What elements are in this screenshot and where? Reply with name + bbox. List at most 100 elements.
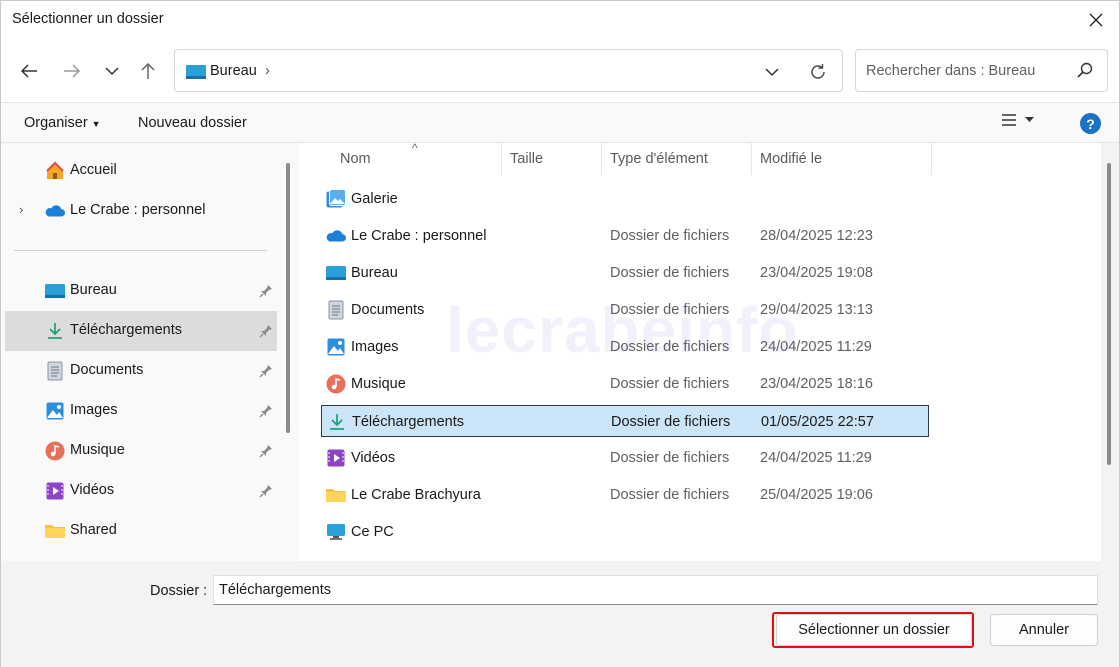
file-list-scrollbar[interactable] — [1107, 163, 1111, 465]
column-divider[interactable] — [751, 143, 752, 175]
file-name: Téléchargements — [352, 414, 465, 430]
file-name: Ce PC — [351, 524, 394, 540]
sidebar-item-label: Shared — [70, 522, 117, 538]
sidebar-item-documents[interactable]: Documents — [5, 351, 277, 391]
list-item-telechargements[interactable]: Téléchargements Dossier de fichiers 01/0… — [321, 405, 929, 437]
list-item-ce-pc[interactable]: Ce PC — [321, 516, 929, 548]
pin-icon[interactable] — [259, 364, 273, 382]
chevron-right-icon[interactable]: › — [19, 202, 23, 217]
file-type: Dossier de fichiers — [610, 228, 730, 244]
pin-icon[interactable] — [259, 404, 273, 422]
column-header-type[interactable]: Type d'élément — [610, 151, 708, 167]
download-icon — [327, 412, 347, 432]
column-header-name[interactable]: Nom — [340, 151, 371, 167]
download-icon — [45, 321, 65, 341]
list-item-videos[interactable]: Vidéos Dossier de fichiers 24/04/2025 11… — [321, 442, 929, 474]
new-folder-button[interactable]: Nouveau dossier — [138, 115, 247, 131]
gallery-icon — [326, 189, 346, 209]
desktop-icon — [326, 263, 346, 283]
file-name: Images — [351, 339, 399, 355]
folder-name-field[interactable]: Téléchargements — [213, 575, 1098, 605]
search-box[interactable]: Rechercher dans : Bureau — [855, 49, 1108, 92]
select-folder-button[interactable]: Sélectionner un dossier — [776, 614, 972, 646]
caret-down-icon: ▼ — [91, 119, 101, 129]
column-divider[interactable] — [931, 143, 932, 175]
sidebar-item-label: Accueil — [70, 162, 117, 178]
documents-icon — [326, 300, 346, 320]
column-divider[interactable] — [501, 143, 502, 175]
desktop-icon — [45, 281, 65, 301]
file-type: Dossier de fichiers — [610, 487, 730, 503]
list-item-musique[interactable]: Musique Dossier de fichiers 23/04/2025 1… — [321, 368, 929, 400]
file-name: Documents — [351, 302, 425, 318]
sidebar-item-shared[interactable]: Shared — [5, 511, 277, 551]
file-modified: 01/05/2025 22:57 — [761, 414, 874, 430]
sidebar-scrollbar[interactable] — [286, 163, 290, 433]
file-type: Dossier de fichiers — [610, 450, 730, 466]
file-modified: 29/04/2025 13:13 — [760, 302, 873, 318]
sidebar-item-label: Images — [70, 402, 118, 418]
address-bar[interactable]: Bureau › — [174, 49, 843, 92]
organize-label: Organiser — [24, 115, 88, 131]
close-icon — [1089, 13, 1103, 27]
column-header-size[interactable]: Taille — [510, 151, 543, 167]
close-button[interactable] — [1073, 1, 1119, 39]
column-header-modified[interactable]: Modifié le — [760, 151, 822, 167]
sidebar-item-musique[interactable]: Musique — [5, 431, 277, 471]
address-history-button[interactable] — [761, 61, 783, 83]
recent-locations-button[interactable] — [98, 57, 126, 85]
breadcrumb[interactable]: Bureau — [210, 63, 257, 79]
forward-button[interactable] — [58, 57, 86, 85]
list-view-icon — [1002, 114, 1016, 126]
title-bar: Sélectionner un dossier — [1, 1, 1119, 39]
file-name: Bureau — [351, 265, 398, 281]
back-button[interactable] — [15, 57, 43, 85]
folder-icon — [45, 521, 65, 541]
dialog-footer: Dossier : Téléchargements Sélectionner u… — [1, 561, 1119, 667]
pin-icon[interactable] — [259, 444, 273, 462]
help-button[interactable]: ? — [1080, 113, 1101, 134]
sidebar-item-telechargements[interactable]: Téléchargements — [5, 311, 277, 351]
caret-down-icon — [1025, 117, 1034, 122]
refresh-button[interactable] — [807, 61, 829, 83]
sidebar-item-videos[interactable]: Vidéos — [5, 471, 277, 511]
file-type: Dossier de fichiers — [611, 414, 731, 430]
music-icon — [45, 441, 65, 461]
list-item-le-crabe-personnel[interactable]: Le Crabe : personnel Dossier de fichiers… — [321, 220, 929, 252]
sidebar-item-bureau[interactable]: Bureau — [5, 271, 277, 311]
view-options-button[interactable] — [1001, 113, 1034, 127]
pin-icon[interactable] — [259, 484, 273, 502]
documents-icon — [45, 361, 65, 381]
file-type: Dossier de fichiers — [610, 265, 730, 281]
folder-label: Dossier : — [150, 583, 208, 599]
list-item-images[interactable]: Images Dossier de fichiers 24/04/2025 11… — [321, 331, 929, 363]
breadcrumb-separator[interactable]: › — [265, 63, 270, 79]
pin-icon[interactable] — [259, 284, 273, 302]
sidebar-item-le-crabe-personnel[interactable]: › Le Crabe : personnel — [5, 191, 277, 231]
computer-icon — [326, 522, 346, 542]
file-modified: 23/04/2025 18:16 — [760, 376, 873, 392]
organize-button[interactable]: Organiser ▼ — [24, 115, 101, 131]
onedrive-icon — [326, 226, 346, 246]
folder-picker-dialog: Sélectionner un dossier Bureau › Recherc… — [0, 0, 1120, 667]
sidebar-item-label: Documents — [70, 362, 144, 378]
list-item-le-crabe-brachyura[interactable]: Le Crabe Brachyura Dossier de fichiers 2… — [321, 479, 929, 511]
column-divider[interactable] — [601, 143, 602, 175]
search-input[interactable]: Rechercher dans : Bureau — [866, 63, 1035, 79]
search-icon — [1077, 62, 1093, 78]
videos-icon — [326, 448, 346, 468]
sidebar-item-accueil[interactable]: Accueil — [5, 151, 277, 191]
list-item-galerie[interactable]: Galerie — [321, 183, 929, 215]
list-item-bureau[interactable]: Bureau Dossier de fichiers 23/04/2025 19… — [321, 257, 929, 289]
up-button[interactable] — [134, 57, 162, 85]
sidebar-item-images[interactable]: Images — [5, 391, 277, 431]
folder-icon — [326, 485, 346, 505]
cancel-button[interactable]: Annuler — [990, 614, 1098, 646]
list-item-documents[interactable]: Documents Dossier de fichiers 29/04/2025… — [321, 294, 929, 326]
file-modified: 25/04/2025 19:06 — [760, 487, 873, 503]
file-modified: 23/04/2025 19:08 — [760, 265, 873, 281]
sidebar-item-label: Téléchargements — [70, 322, 183, 338]
navigation-pane: Accueil › Le Crabe : personnel Bureau Té… — [1, 143, 299, 561]
pin-icon[interactable] — [259, 324, 273, 342]
onedrive-icon — [45, 201, 65, 221]
